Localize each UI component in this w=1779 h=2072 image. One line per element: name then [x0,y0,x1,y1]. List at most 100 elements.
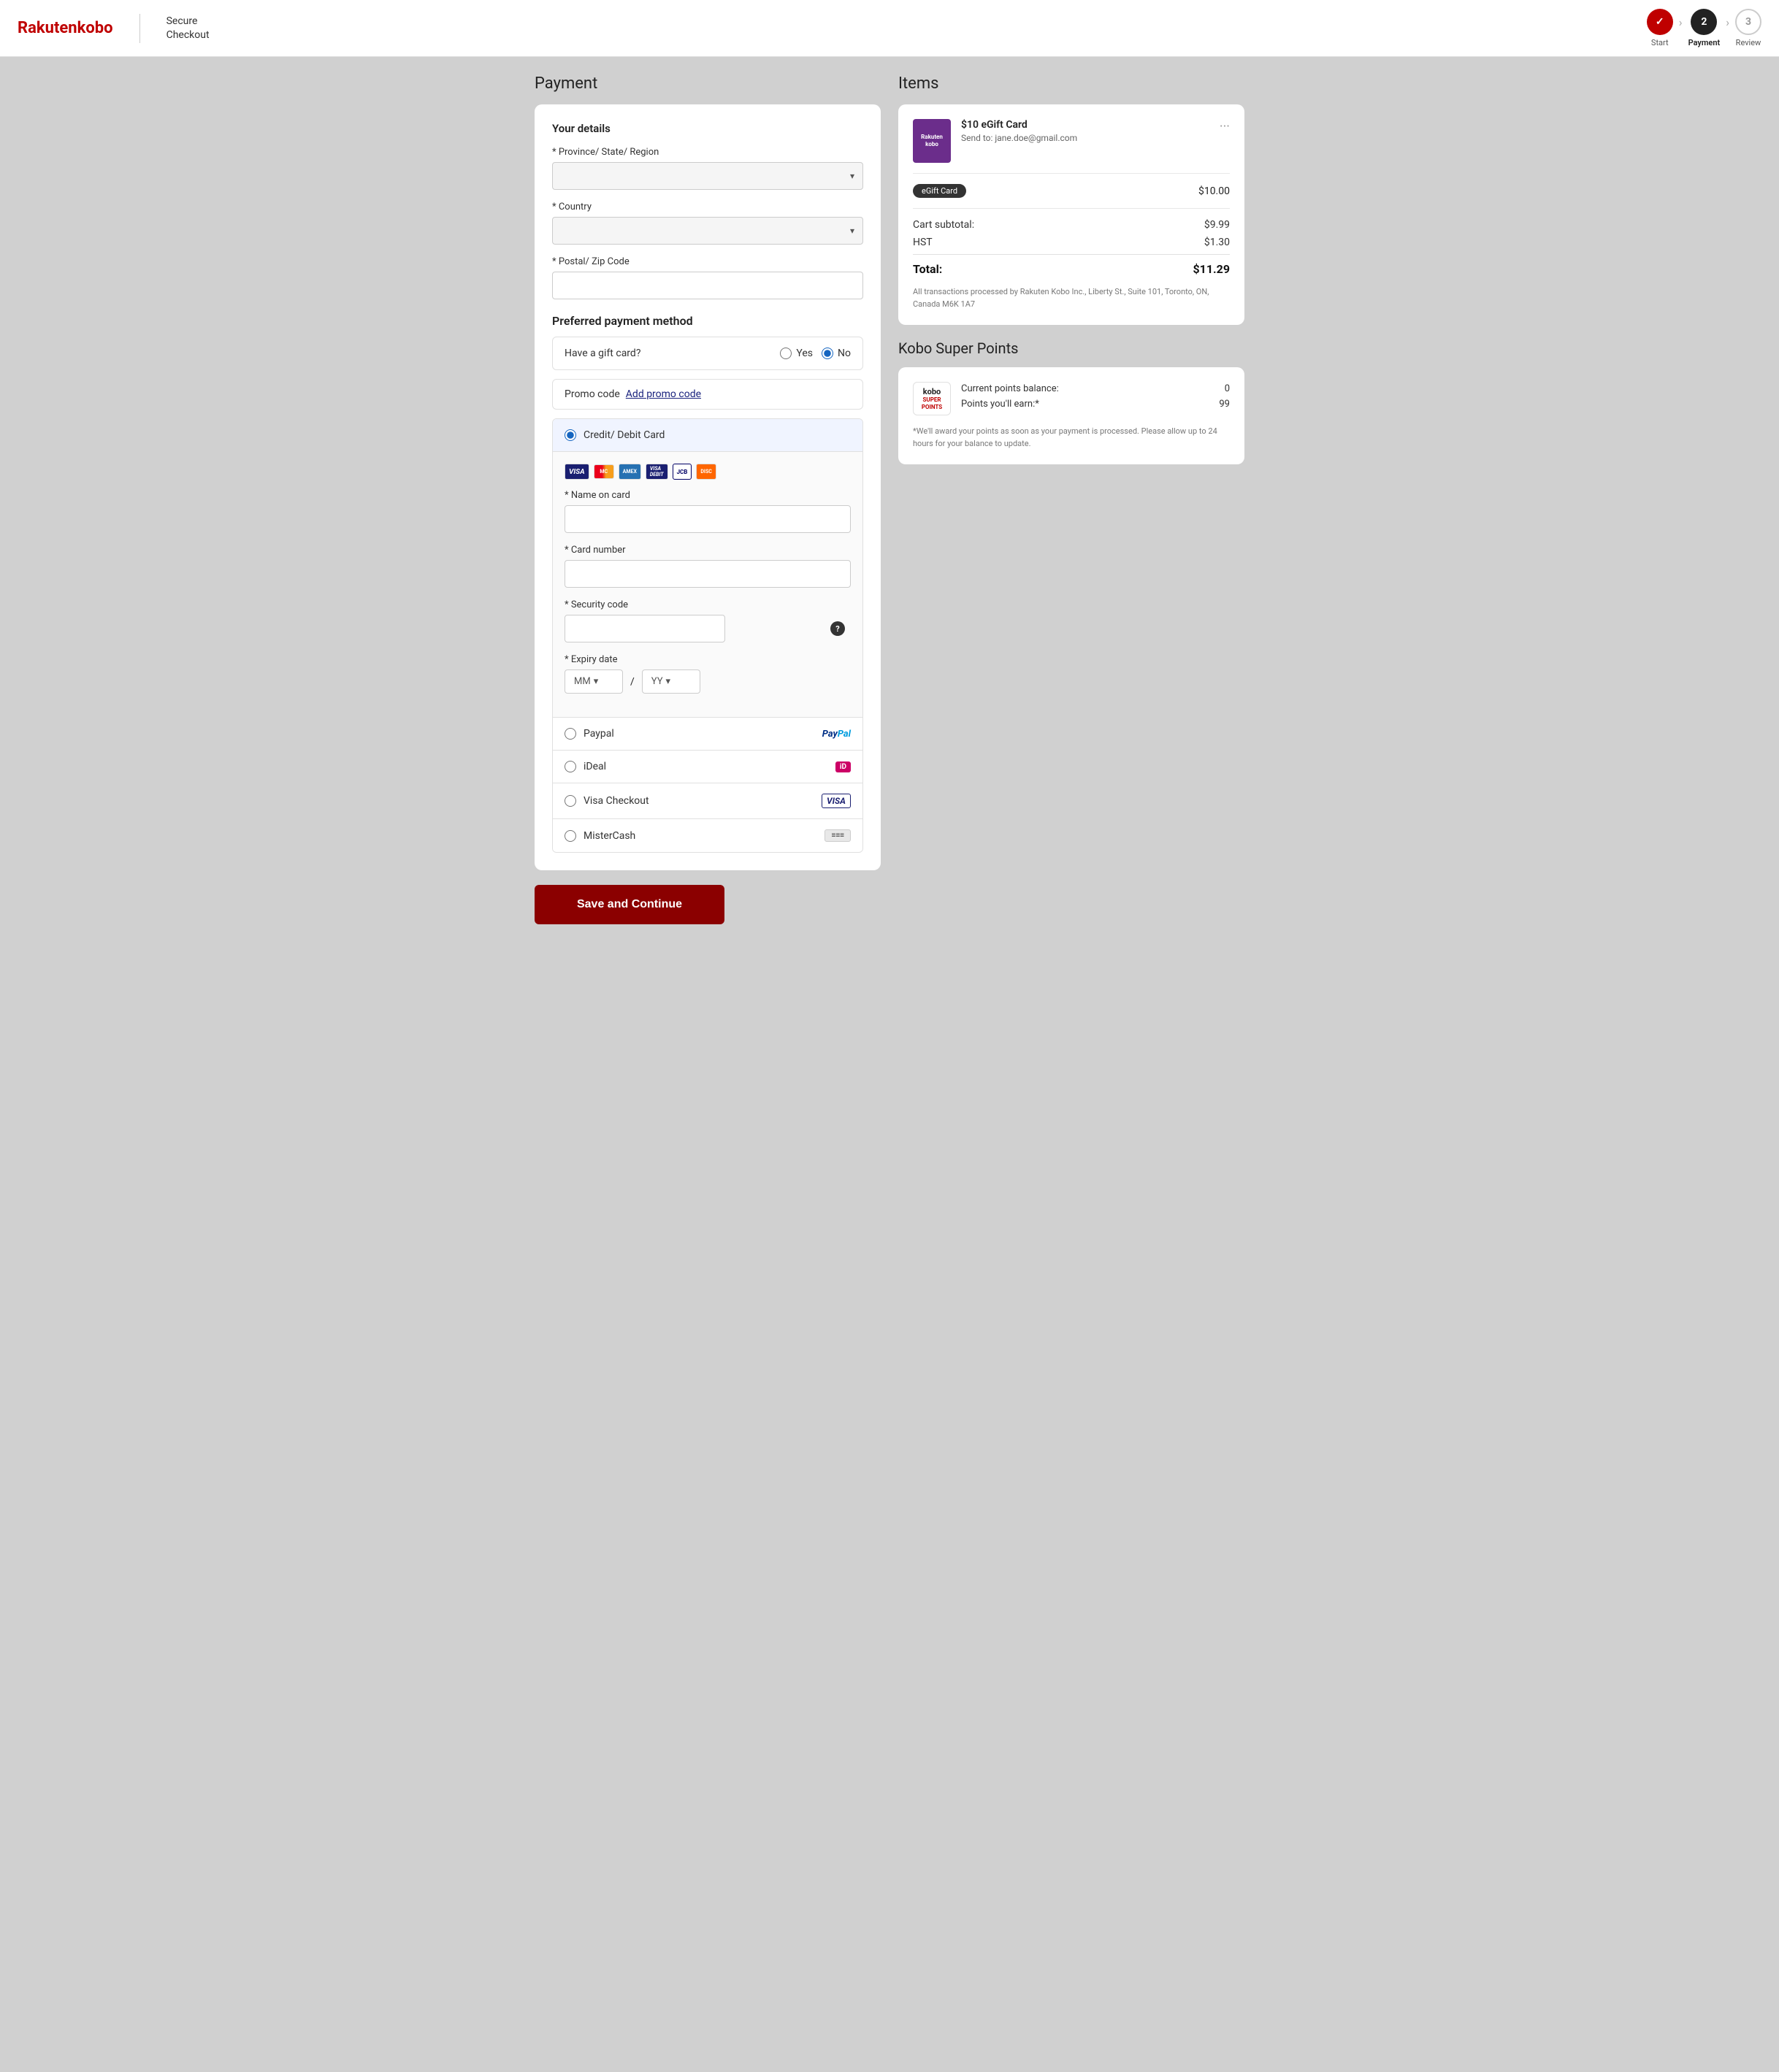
postal-input[interactable] [552,272,863,299]
save-continue-button[interactable]: Save and Continue [535,885,724,924]
payment-page-title: Payment [535,74,881,93]
current-balance-label: Current points balance: [961,383,1059,394]
header-left: Rakutenkobo Secure Checkout [18,14,210,43]
visa-checkout-label: Visa Checkout [584,795,814,807]
sp-logo-kobo: kobo [923,387,941,396]
main-layout: Payment Your details * Province/ State/ … [517,57,1262,942]
mastercard-logo: MC [594,464,614,479]
sp-logo-super: SUPER [923,396,941,404]
item-more-icon[interactable]: ··· [1220,119,1230,134]
province-group: * Province/ State/ Region ▾ [552,147,863,190]
country-label: * Country [552,202,863,212]
name-on-card-label: * Name on card [565,490,851,501]
name-on-card-group: * Name on card [565,490,851,533]
super-points-section: Kobo Super Points kobo SUPER POINTS Curr… [898,339,1244,464]
hst-value: $1.30 [1204,237,1230,248]
gift-card-no-label: No [838,348,851,359]
earn-row: Points you'll earn:* 99 [961,399,1230,410]
step-start-circle: ✓ [1647,9,1673,35]
expiry-separator: / [630,676,635,688]
ideal-icon: iD [835,761,851,772]
total-value: $11.29 [1193,262,1230,276]
super-points-title: Kobo Super Points [898,339,1244,357]
item-thumbnail: Rakuten kobo [913,119,951,163]
right-panel: Items Rakuten kobo $10 eGift Card Send t… [898,74,1244,924]
promo-label: Promo code [565,388,620,400]
gift-card-no-option[interactable]: No [822,348,851,359]
current-balance-row: Current points balance: 0 [961,383,1230,394]
gift-card-label: Have a gift card? [565,348,771,359]
secure-checkout: Secure Checkout [167,15,210,41]
hst-row: HST $1.30 [913,237,1230,248]
card-logos: VISA MC AMEX VISADEBIT JCB DISC [565,464,851,480]
step-payment-circle: 2 [1691,9,1717,35]
mistercash-icon: ≡≡≡ [825,829,851,842]
mistercash-radio[interactable] [565,830,576,842]
step-start-label: Start [1651,38,1669,47]
expiry-yy-label: YY [651,676,663,687]
jcb-logo: JCB [673,464,692,480]
country-select[interactable] [552,217,863,245]
item-type-row: eGift Card $10.00 [913,184,1230,209]
paypal-radio[interactable] [565,728,576,740]
details-card: Your details * Province/ State/ Region ▾… [535,104,881,870]
item-price: $10.00 [1198,185,1230,197]
expiry-mm-chevron-icon: ▾ [594,676,599,687]
earn-label: Points you'll earn:* [961,399,1039,410]
hst-label: HST [913,237,933,248]
logo: Rakutenkobo [18,19,113,37]
ideal-row[interactable]: iDeal iD [553,751,862,783]
total-row: Total: $11.29 [913,254,1230,276]
add-promo-link[interactable]: Add promo code [626,388,701,400]
header-divider [139,14,140,43]
items-title: Items [898,74,1244,93]
sp-rows: Current points balance: 0 Points you'll … [961,383,1230,414]
item-info: $10 eGift Card Send to: jane.doe@gmail.c… [961,119,1209,143]
item-row: Rakuten kobo $10 eGift Card Send to: jan… [913,119,1230,174]
amex-logo: AMEX [619,464,641,480]
gift-card-no-radio[interactable] [822,348,833,359]
postal-group: * Postal/ Zip Code [552,256,863,299]
gift-card-yes-radio[interactable] [780,348,792,359]
super-points-card: kobo SUPER POINTS Current points balance… [898,367,1244,464]
country-select-wrapper[interactable]: ▾ [552,217,863,245]
step-review-label: Review [1736,38,1761,47]
cart-subtotal-label: Cart subtotal: [913,219,974,231]
credit-card-body: VISA MC AMEX VISADEBIT JCB DISC * Name o… [553,452,862,717]
header: Rakutenkobo Secure Checkout ✓ Start › 2 … [0,0,1779,57]
cart-subtotal-row: Cart subtotal: $9.99 [913,219,1230,231]
paypal-row[interactable]: Paypal PayPal [553,718,862,751]
expiry-mm-select[interactable]: MM ▾ [565,669,623,694]
items-card: Rakuten kobo $10 eGift Card Send to: jan… [898,104,1244,325]
step-start: ✓ Start [1647,9,1673,47]
expiry-group: * Expiry date MM ▾ / YY ▾ [565,654,851,694]
name-on-card-input[interactable] [565,505,851,533]
ideal-radio[interactable] [565,761,576,772]
credit-card-label: Credit/ Debit Card [584,429,851,441]
credit-card-row[interactable]: Credit/ Debit Card [553,419,862,452]
credit-card-radio[interactable] [565,429,576,441]
step-arrow-1: › [1679,15,1683,29]
total-label: Total: [913,262,942,276]
mistercash-row[interactable]: MisterCash ≡≡≡ [553,819,862,852]
credit-card-method: Credit/ Debit Card VISA MC AMEX VISADEBI… [553,419,862,718]
province-select[interactable] [552,162,863,190]
current-balance-value: 0 [1225,383,1230,394]
payment-methods-block: Credit/ Debit Card VISA MC AMEX VISADEBI… [552,418,863,853]
visa-checkout-row[interactable]: Visa Checkout VISA [553,783,862,819]
card-number-input[interactable] [565,560,851,588]
cart-subtotal-value: $9.99 [1204,219,1230,231]
discover-logo: DISC [696,464,716,480]
paypal-label: Paypal [584,728,815,740]
ideal-label: iDeal [584,761,828,772]
security-code-input[interactable] [565,615,725,642]
security-code-label: * Security code [565,599,851,610]
security-help-icon[interactable]: ? [830,621,845,636]
stepper: ✓ Start › 2 Payment › 3 Review [1647,9,1761,47]
gift-card-row: Have a gift card? Yes No [552,337,863,370]
expiry-yy-select[interactable]: YY ▾ [642,669,700,694]
item-name: $10 eGift Card [961,119,1209,131]
gift-card-yes-option[interactable]: Yes [780,348,813,359]
visa-checkout-radio[interactable] [565,795,576,807]
province-select-wrapper[interactable]: ▾ [552,162,863,190]
